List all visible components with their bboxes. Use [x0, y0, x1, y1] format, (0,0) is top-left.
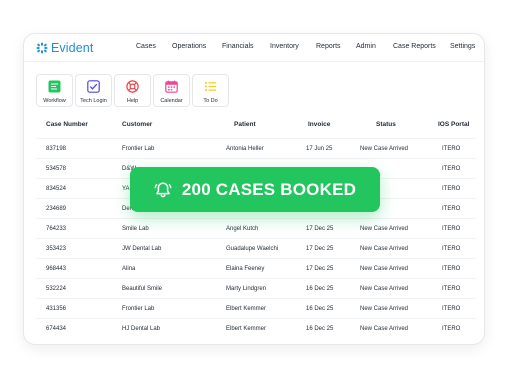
- app-logo[interactable]: Evident: [36, 40, 93, 56]
- help-label: Help: [126, 98, 139, 104]
- customer-cell: YA: [122, 186, 130, 192]
- status-cell: New Case Arrived: [360, 266, 409, 272]
- nav-item-admin[interactable]: Admin: [356, 43, 376, 50]
- case-number-cell: 534578: [46, 166, 67, 172]
- app-name: Evident: [51, 41, 94, 55]
- calendar-icon: [165, 80, 178, 93]
- patient-cell: Guadalupe Waelchi: [226, 246, 279, 252]
- calendar-label: Calendar: [160, 98, 183, 104]
- table-row[interactable]: 353423 JW Dental Lab Guadalupe Waelchi 1…: [36, 238, 476, 258]
- top-navigation: Evident Cases Operations Financials Inve…: [24, 34, 484, 62]
- checkbox-icon: [87, 80, 100, 93]
- nav-item-cases[interactable]: Cases: [136, 43, 156, 50]
- toast-message: 200 CASES BOOKED: [181, 179, 357, 199]
- case-number-cell: 834524: [46, 186, 67, 192]
- customer-cell: Smile Lab: [122, 226, 149, 232]
- nav-item-operations[interactable]: Operations: [172, 43, 206, 50]
- workflow-icon: [48, 80, 61, 93]
- invoice-cell: 17 Dec 25: [306, 226, 334, 232]
- nav-item-financials[interactable]: Financials: [222, 43, 254, 50]
- case-number-cell: 764233: [46, 226, 67, 232]
- to-do-label: To Do: [203, 98, 218, 104]
- customer-cell: Beautiful Smile: [122, 286, 163, 292]
- ios-portal-cell: ITERO: [442, 246, 461, 252]
- quick-actions: Workflow Tech Login Help Calendar To Do: [36, 74, 229, 107]
- nav-item-inventory[interactable]: Inventory: [270, 43, 299, 50]
- invoice-cell: 16 Dec 25: [306, 326, 334, 332]
- case-number-cell: 968443: [46, 266, 67, 272]
- customer-cell: Frontier Lab: [122, 306, 155, 312]
- status-cell: New Case Arrived: [360, 326, 409, 332]
- case-number-cell: 431356: [46, 306, 67, 312]
- ios-portal-cell: ITERO: [442, 146, 461, 152]
- nav-item-reports[interactable]: Reports: [316, 43, 341, 50]
- status-cell: New Case Arrived: [360, 226, 409, 232]
- cases-table-header: Case Number Customer Patient Invoice Sta…: [36, 121, 476, 136]
- case-number-cell: 234689: [46, 206, 67, 212]
- lifebuoy-icon: [126, 80, 139, 93]
- invoice-cell: 17 Dec 25: [306, 246, 334, 252]
- ios-portal-cell: ITERO: [442, 266, 461, 272]
- patient-cell: Elbert Kemmer: [226, 306, 267, 312]
- column-customer[interactable]: Customer: [122, 121, 152, 128]
- invoice-cell: 17 Dec 25: [306, 266, 334, 272]
- invoice-cell: 16 Dec 25: [306, 286, 334, 292]
- case-number-cell: 837198: [46, 146, 67, 152]
- ios-portal-cell: ITERO: [442, 286, 461, 292]
- ios-portal-cell: ITERO: [442, 326, 461, 332]
- status-cell: New Case Arrived: [360, 306, 409, 312]
- table-row[interactable]: 532224 Beautiful Smile Marty Lindgren 16…: [36, 278, 476, 298]
- workflow-label: Workflow: [43, 98, 66, 104]
- ios-portal-cell: ITERO: [442, 166, 461, 172]
- column-ios-portal[interactable]: IOS Portal: [438, 121, 469, 128]
- customer-cell: Alina: [122, 266, 136, 272]
- ios-portal-cell: ITERO: [442, 206, 461, 212]
- column-status[interactable]: Status: [376, 121, 396, 128]
- customer-cell: JW Dental Lab: [122, 246, 162, 252]
- case-number-cell: 674434: [46, 326, 67, 332]
- column-invoice[interactable]: Invoice: [308, 121, 330, 128]
- invoice-cell: 17 Jun 25: [306, 146, 333, 152]
- column-case-number[interactable]: Case Number: [46, 121, 88, 128]
- help-button[interactable]: Help: [114, 74, 151, 107]
- status-cell: New Case Arrived: [360, 286, 409, 292]
- tech-login-button[interactable]: Tech Login: [75, 74, 112, 107]
- nav-item-settings[interactable]: Settings: [450, 43, 475, 50]
- table-row[interactable]: 837198 Frontier Lab Antonia Heller 17 Ju…: [36, 138, 476, 158]
- case-number-cell: 353423: [46, 246, 67, 252]
- workflow-button[interactable]: Workflow: [36, 74, 73, 107]
- customer-cell: HJ Dental Lab: [122, 326, 161, 332]
- ios-portal-cell: ITERO: [442, 186, 461, 192]
- patient-cell: Elaina Feeney: [226, 266, 265, 272]
- status-cell: New Case Arrived: [360, 246, 409, 252]
- bell-icon: [154, 181, 172, 197]
- column-patient[interactable]: Patient: [234, 121, 256, 128]
- patient-cell: Angel Kutch: [226, 226, 259, 232]
- table-row[interactable]: 674434 HJ Dental Lab Elbert Kemmer 16 De…: [36, 318, 476, 338]
- nav-item-case-reports[interactable]: Case Reports: [393, 43, 436, 50]
- status-cell: New Case Arrived: [360, 146, 409, 152]
- table-row[interactable]: 431356 Frontier Lab Elbert Kemmer 16 Dec…: [36, 298, 476, 318]
- list-icon: [205, 82, 216, 91]
- ios-portal-cell: ITERO: [442, 226, 461, 232]
- case-number-cell: 532224: [46, 286, 67, 292]
- to-do-button[interactable]: To Do: [192, 74, 229, 107]
- ios-portal-cell: ITERO: [442, 306, 461, 312]
- table-row[interactable]: 968443 Alina Elaina Feeney 17 Dec 25 New…: [36, 258, 476, 278]
- customer-cell: Frontier Lab: [122, 146, 155, 152]
- cases-booked-toast: 200 CASES BOOKED: [130, 167, 380, 212]
- patient-cell: Elbert Kemmer: [226, 326, 267, 332]
- patient-cell: Marty Lindgren: [226, 286, 267, 292]
- calendar-button[interactable]: Calendar: [153, 74, 190, 107]
- evident-logo-icon: [36, 42, 48, 54]
- invoice-cell: 16 Dec 25: [306, 306, 334, 312]
- patient-cell: Antonia Heller: [226, 146, 264, 152]
- table-row[interactable]: 764233 Smile Lab Angel Kutch 17 Dec 25 N…: [36, 218, 476, 238]
- tech-login-label: Tech Login: [80, 98, 107, 104]
